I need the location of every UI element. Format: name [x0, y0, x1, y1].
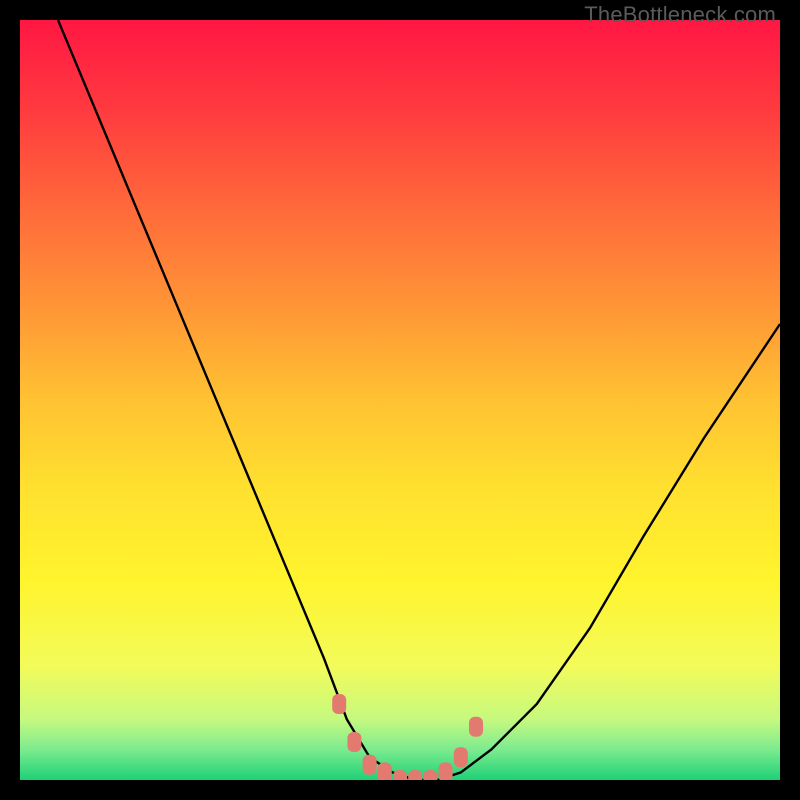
heat-gradient-background	[20, 20, 780, 780]
watermark-text: TheBottleneck.com	[584, 2, 776, 28]
plot-frame	[20, 20, 780, 780]
